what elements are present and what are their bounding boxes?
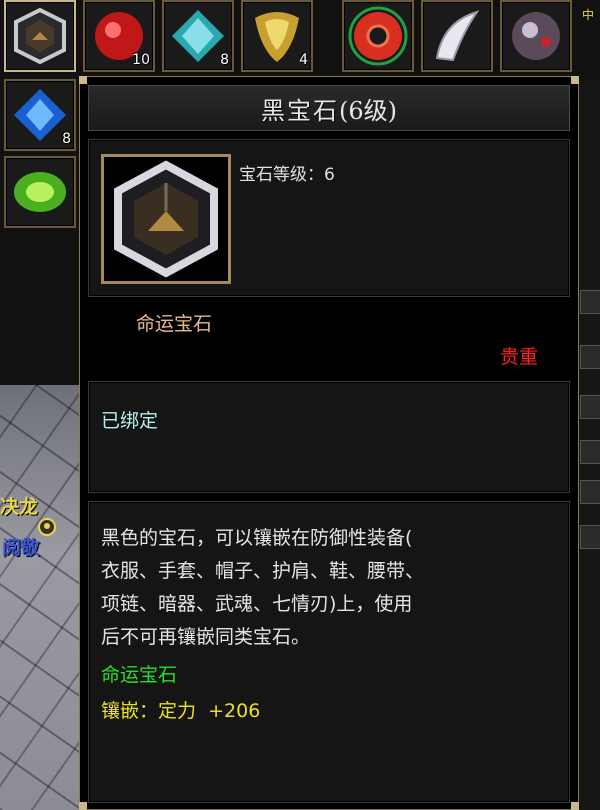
item-quantity: 4: [299, 52, 308, 68]
gem-level-label: 宝石等级：: [239, 165, 324, 185]
tooltip-corner: [571, 802, 579, 810]
inlay-stat-line: 镶嵌：定力 +206: [101, 696, 260, 723]
inventory-slot-white-tooth[interactable]: [421, 0, 493, 72]
item-info-panel: 宝石等级：6: [88, 139, 570, 297]
fate-gem-label: 命运宝石: [136, 313, 213, 335]
white-tooth-icon: [435, 10, 480, 62]
item-icon-frame: [101, 154, 231, 284]
tooltip-corner: [79, 802, 87, 810]
description-line: 项链、暗器、武魂、七情刃)上，使用: [101, 593, 413, 615]
item-quantity: 10: [132, 52, 150, 68]
black-gem-icon: [14, 7, 66, 65]
description-line: 后不可再镶嵌同类宝石。: [101, 626, 311, 648]
player-name-label: 决龙: [0, 496, 39, 518]
inventory-slot-black-gem[interactable]: [4, 0, 76, 72]
inventory-slot-green-gem[interactable]: [4, 156, 76, 228]
inlay-value: +206: [208, 700, 261, 722]
item-title-level: (6级): [339, 96, 397, 125]
tooltip-title-bar: 黑宝石 (6级): [88, 85, 570, 131]
binding-panel: 已绑定: [88, 381, 570, 493]
tooltip-corner: [571, 76, 579, 84]
item-quantity: 8: [62, 131, 71, 147]
item-description: 黑色的宝石，可以镶嵌在防御性装备( 衣服、手套、帽子、护肩、鞋、腰带、 项链、暗…: [101, 522, 556, 654]
item-title: 黑宝石: [261, 96, 339, 125]
inventory-slot-yellow-gem[interactable]: 4: [241, 0, 313, 72]
gem-level-value: 6: [324, 165, 335, 185]
inventory-slot-jade-ring[interactable]: [342, 0, 414, 72]
inventory-slot-grey-gem[interactable]: [500, 0, 572, 72]
grey-gem-icon: [512, 12, 560, 60]
right-edge-button[interactable]: [580, 290, 600, 314]
jade-ring-icon: [348, 6, 408, 66]
gem-level-line: 宝石等级：6: [239, 160, 335, 185]
player-head-icon: [38, 518, 56, 536]
item-tooltip: 黑宝石 (6级) 宝石等级：6 命运宝石 贵重 已绑定 黑色的宝石，可以镶嵌在防…: [79, 76, 579, 810]
inventory-slot-teal-gem[interactable]: 8: [162, 0, 234, 72]
player-guild-label: 阅敬: [2, 537, 41, 559]
inventory-slot-red-gem[interactable]: 10: [83, 0, 155, 72]
right-edge-button[interactable]: [580, 345, 600, 369]
black-gem-icon: [114, 160, 218, 278]
game-world-floor: [0, 385, 82, 810]
bound-status: 已绑定: [101, 410, 159, 432]
item-quantity: 8: [220, 52, 229, 68]
fate-gem-line: 命运宝石: [101, 664, 178, 686]
description-line: 衣服、手套、帽子、护肩、鞋、腰带、: [101, 560, 425, 582]
right-edge-button[interactable]: [580, 440, 600, 464]
right-edge-button[interactable]: [580, 480, 600, 504]
right-edge-button[interactable]: [580, 395, 600, 419]
inventory-slot-blue-gem[interactable]: 8: [4, 79, 76, 151]
green-gem-icon: [14, 172, 66, 212]
inlay-label: 镶嵌：定力: [101, 700, 197, 722]
tooltip-corner: [79, 76, 87, 84]
description-panel: 黑色的宝石，可以镶嵌在防御性装备( 衣服、手套、帽子、护肩、鞋、腰带、 项链、暗…: [88, 501, 570, 803]
right-edge-button[interactable]: [580, 525, 600, 549]
precious-label: 贵重: [499, 346, 538, 368]
edge-label: 中: [582, 8, 595, 22]
description-line: 黑色的宝石，可以镶嵌在防御性装备(: [101, 527, 413, 549]
